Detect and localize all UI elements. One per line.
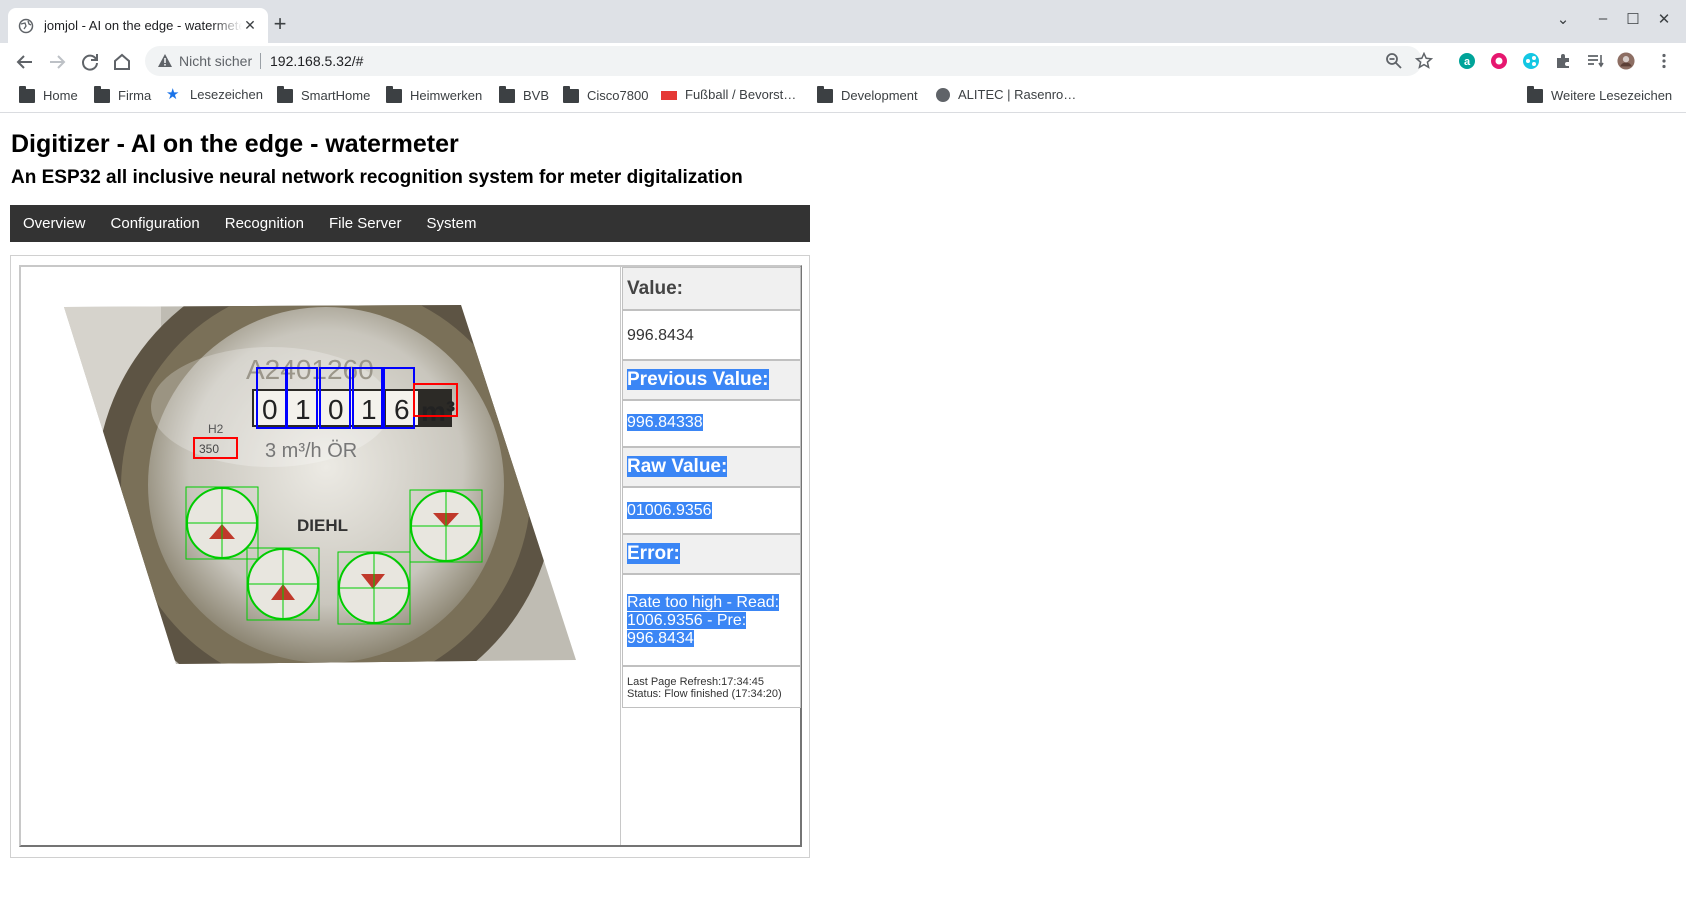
serial-number: A2401260: [246, 354, 374, 385]
close-tab-icon[interactable]: ✕: [242, 17, 258, 34]
value-label: Value:: [627, 278, 683, 299]
folder-icon: [1527, 86, 1543, 103]
bookmark-lesezeichen[interactable]: ★ Lesezeichen: [166, 85, 263, 103]
raw-value-label: Raw Value:: [627, 456, 728, 477]
bookmark-smarthome[interactable]: SmartHome: [277, 86, 370, 103]
pink-extension-icon[interactable]: [1490, 52, 1508, 70]
tab-title: jomjol - AI on the edge - watermeter: [44, 18, 242, 33]
maximize-icon[interactable]: ☐: [1623, 10, 1643, 28]
menu-recognition[interactable]: Recognition: [225, 215, 304, 232]
raw-value: 01006.9356: [627, 502, 712, 519]
forward-icon[interactable]: [46, 51, 68, 73]
bookmark-firma[interactable]: Firma: [94, 86, 151, 103]
last-refresh: Last Page Refresh:17:34:45: [627, 676, 764, 688]
status-cell: Last Page Refresh:17:34:45 Status: Flow …: [622, 666, 801, 708]
raw-value-cell: 01006.9356: [622, 487, 801, 534]
folder-icon: [19, 86, 35, 103]
digit-2: 1: [295, 394, 311, 425]
previous-value-label: Previous Value:: [627, 369, 769, 390]
previous-value-header: Previous Value:: [622, 360, 801, 400]
back-icon[interactable]: [14, 51, 36, 73]
live-icon: [661, 90, 677, 100]
readings-panel: Value: 996.8434 Previous Value: 996.8433…: [622, 267, 801, 845]
flow-status: Status: Flow finished (17:34:20): [627, 688, 782, 700]
current-value: 996.8434: [627, 327, 694, 344]
svg-text:a: a: [1464, 56, 1471, 68]
page-title: Digitizer - AI on the edge - watermeter: [11, 130, 459, 158]
url-text[interactable]: 192.168.5.32/#: [270, 53, 363, 69]
main-menu: Overview Configuration Recognition File …: [10, 205, 810, 242]
meter-image-cell: A2401260 0 1 0 1 6 m³ H2 350 3 m³/h ÖR D…: [21, 267, 621, 845]
folder-icon: [386, 86, 402, 103]
toolbar: Nicht sicher 192.168.5.32/#: [0, 43, 1686, 79]
error-line-1: Rate too high - Read:: [627, 594, 780, 611]
flow-label: 3 m³/h ÖR: [265, 440, 357, 462]
digit-4: 1: [361, 394, 377, 425]
tab-search-icon[interactable]: ⌄: [1553, 10, 1573, 28]
unit-label: m³: [421, 396, 455, 427]
error-label: Error:: [627, 543, 680, 564]
more-menu-icon[interactable]: [1655, 52, 1673, 70]
folder-icon: [563, 86, 579, 103]
amazon-extension-icon[interactable]: a: [1458, 52, 1476, 70]
browser-tab[interactable]: jomjol - AI on the edge - watermeter ✕: [8, 8, 268, 43]
bookmark-more[interactable]: Weitere Lesezeichen: [1527, 86, 1672, 103]
minimize-icon[interactable]: –: [1593, 10, 1613, 27]
globe-icon: [936, 87, 950, 102]
share-extension-icon[interactable]: [1522, 52, 1540, 70]
menu-file-server[interactable]: File Server: [329, 215, 402, 232]
page-content: Digitizer - AI on the edge - watermeter …: [0, 114, 1686, 921]
avatar[interactable]: [1617, 52, 1635, 70]
bookmark-development[interactable]: Development: [817, 86, 918, 103]
home-icon[interactable]: [111, 51, 133, 73]
reading-list-icon[interactable]: [1586, 52, 1604, 70]
tab-bar: jomjol - AI on the edge - watermeter ✕ +…: [0, 0, 1686, 43]
menu-system[interactable]: System: [427, 215, 477, 232]
digit-1: 0: [262, 394, 278, 425]
globe-icon: [18, 18, 34, 33]
error-line-2: 1006.9356 - Pre:: [627, 612, 747, 629]
previous-value: 996.84338: [627, 414, 703, 431]
new-tab-icon[interactable]: +: [268, 13, 292, 37]
bookmark-star-icon[interactable]: [1415, 52, 1433, 70]
folder-icon: [499, 86, 515, 103]
zoom-icon[interactable]: [1385, 52, 1403, 70]
reload-icon[interactable]: [79, 51, 101, 73]
folder-icon: [94, 86, 110, 103]
security-label[interactable]: Nicht sicher: [179, 53, 252, 69]
menu-overview[interactable]: Overview: [23, 215, 86, 232]
error-line-3: 996.8434: [627, 630, 694, 647]
folder-icon: [817, 86, 833, 103]
separator: [260, 53, 261, 69]
bookmark-cisco7800[interactable]: Cisco7800: [563, 86, 648, 103]
bookmark-heimwerken[interactable]: Heimwerken: [386, 86, 482, 103]
brand-label: DIEHL: [297, 516, 348, 535]
error-cell: Rate too high - Read: 1006.9356 - Pre: 9…: [622, 574, 801, 666]
bookmark-bvb[interactable]: BVB: [499, 86, 549, 103]
star-icon: ★: [166, 85, 180, 103]
bookmarks-bar: Home Firma ★ Lesezeichen SmartHome Heimwe…: [0, 79, 1686, 113]
warning-icon[interactable]: [157, 53, 173, 69]
value-cell: 996.8434: [622, 310, 801, 360]
folder-icon: [277, 86, 293, 103]
close-window-icon[interactable]: ✕: [1654, 10, 1674, 28]
raw-value-header: Raw Value:: [622, 447, 801, 487]
error-header: Error:: [622, 534, 801, 574]
h2-label: H2: [208, 422, 224, 436]
menu-configuration[interactable]: Configuration: [111, 215, 200, 232]
extensions-puzzle-icon[interactable]: [1554, 52, 1572, 70]
digit-3: 0: [328, 394, 344, 425]
digit-5: 6: [394, 394, 410, 425]
h2-value: 350: [199, 442, 219, 456]
bookmark-fussball[interactable]: Fußball / Bevorst…: [661, 87, 796, 102]
bookmark-home[interactable]: Home: [19, 86, 78, 103]
previous-value-cell: 996.84338: [622, 400, 801, 447]
bookmark-alitec[interactable]: ALITEC | Rasenro…: [936, 87, 1076, 102]
value-header: Value:: [622, 267, 801, 310]
address-bar[interactable]: Nicht sicher 192.168.5.32/#: [145, 46, 1433, 76]
page-subtitle: An ESP32 all inclusive neural network re…: [11, 167, 743, 188]
meter-image: A2401260 0 1 0 1 6 m³ H2 350 3 m³/h ÖR D…: [64, 305, 576, 664]
